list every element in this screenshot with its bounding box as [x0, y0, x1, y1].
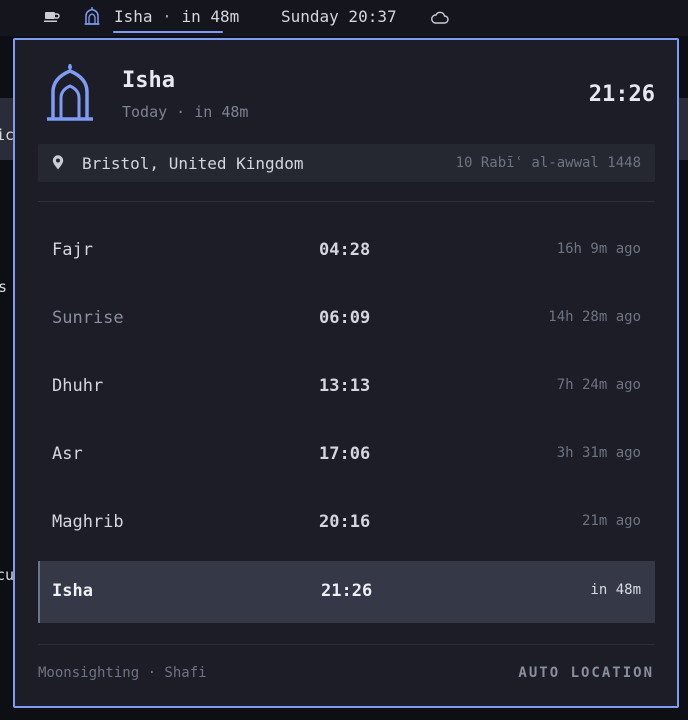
- cup-icon[interactable]: [44, 8, 60, 27]
- topbar-clock[interactable]: Sunday 20:37: [281, 7, 397, 26]
- auto-location-button[interactable]: AUTO LOCATION: [518, 665, 654, 681]
- prayer-name: Dhuhr: [52, 376, 104, 396]
- prayer-relative: in 48m: [590, 582, 641, 598]
- prayer-row-fajr[interactable]: Fajr 04:28 16h 9m ago: [38, 220, 655, 282]
- prayer-name: Asr: [52, 444, 83, 464]
- background-text: cu: [0, 566, 15, 584]
- prayer-row-isha[interactable]: Isha 21:26 in 48m: [38, 561, 655, 623]
- hijri-date: 10 Rabīʿ al-awwal 1448: [455, 155, 641, 171]
- location-bar[interactable]: Bristol, United Kingdom 10 Rabīʿ al-awwa…: [38, 144, 655, 182]
- prayer-relative: 7h 24m ago: [556, 377, 641, 393]
- current-prayer-time: 21:26: [588, 82, 655, 107]
- prayer-times-popup: Isha Today · in 48m 21:26 Bristol, Unite…: [13, 38, 679, 708]
- topbar-countdown: in 48m: [181, 7, 240, 26]
- location-city: Bristol, United Kingdom: [82, 154, 304, 173]
- prayer-time: 04:28: [319, 240, 371, 260]
- prayer-relative: 3h 31m ago: [556, 445, 641, 461]
- prayer-row-dhuhr[interactable]: Dhuhr 13:13 7h 24m ago: [38, 356, 655, 418]
- mosque-icon: [47, 64, 93, 126]
- prayer-row-sunrise[interactable]: Sunrise 06:09 14h 28m ago: [38, 288, 655, 350]
- cloud-icon[interactable]: [431, 9, 449, 28]
- prayer-time: 06:09: [319, 308, 371, 328]
- active-tab-underline: [113, 31, 223, 33]
- mosque-icon[interactable]: [84, 7, 100, 29]
- calculation-method: Moonsighting · Shafi: [38, 665, 207, 681]
- divider: [38, 644, 655, 645]
- prayer-name: Fajr: [52, 240, 93, 260]
- prayer-row-maghrib[interactable]: Maghrib 20:16 21m ago: [38, 492, 655, 554]
- prayer-relative: 14h 28m ago: [548, 309, 641, 325]
- location-pin-icon: [52, 155, 64, 174]
- topbar-prayer[interactable]: Isha · in 48m: [114, 7, 239, 26]
- prayer-name: Sunrise: [52, 308, 124, 328]
- divider: [38, 201, 655, 202]
- prayer-name: Isha: [52, 581, 93, 601]
- prayer-relative: 16h 9m ago: [556, 241, 641, 257]
- topbar-prayer-name: Isha: [114, 7, 153, 26]
- prayer-time: 20:16: [319, 512, 371, 532]
- prayer-time: 17:06: [319, 444, 371, 464]
- current-prayer-title: Isha: [122, 68, 175, 93]
- current-prayer-subtitle: Today · in 48m: [122, 103, 249, 121]
- prayer-name: Maghrib: [52, 512, 124, 532]
- prayer-time: 21:26: [321, 581, 373, 601]
- top-bar: Isha · in 48m Sunday 20:37: [0, 0, 688, 36]
- background-text: s: [0, 278, 8, 296]
- prayer-time: 13:13: [319, 376, 371, 396]
- background-text: ic: [0, 126, 15, 144]
- prayer-row-asr[interactable]: Asr 17:06 3h 31m ago: [38, 424, 655, 486]
- prayer-relative: 21m ago: [581, 513, 641, 529]
- topbar-separator: ·: [162, 7, 172, 26]
